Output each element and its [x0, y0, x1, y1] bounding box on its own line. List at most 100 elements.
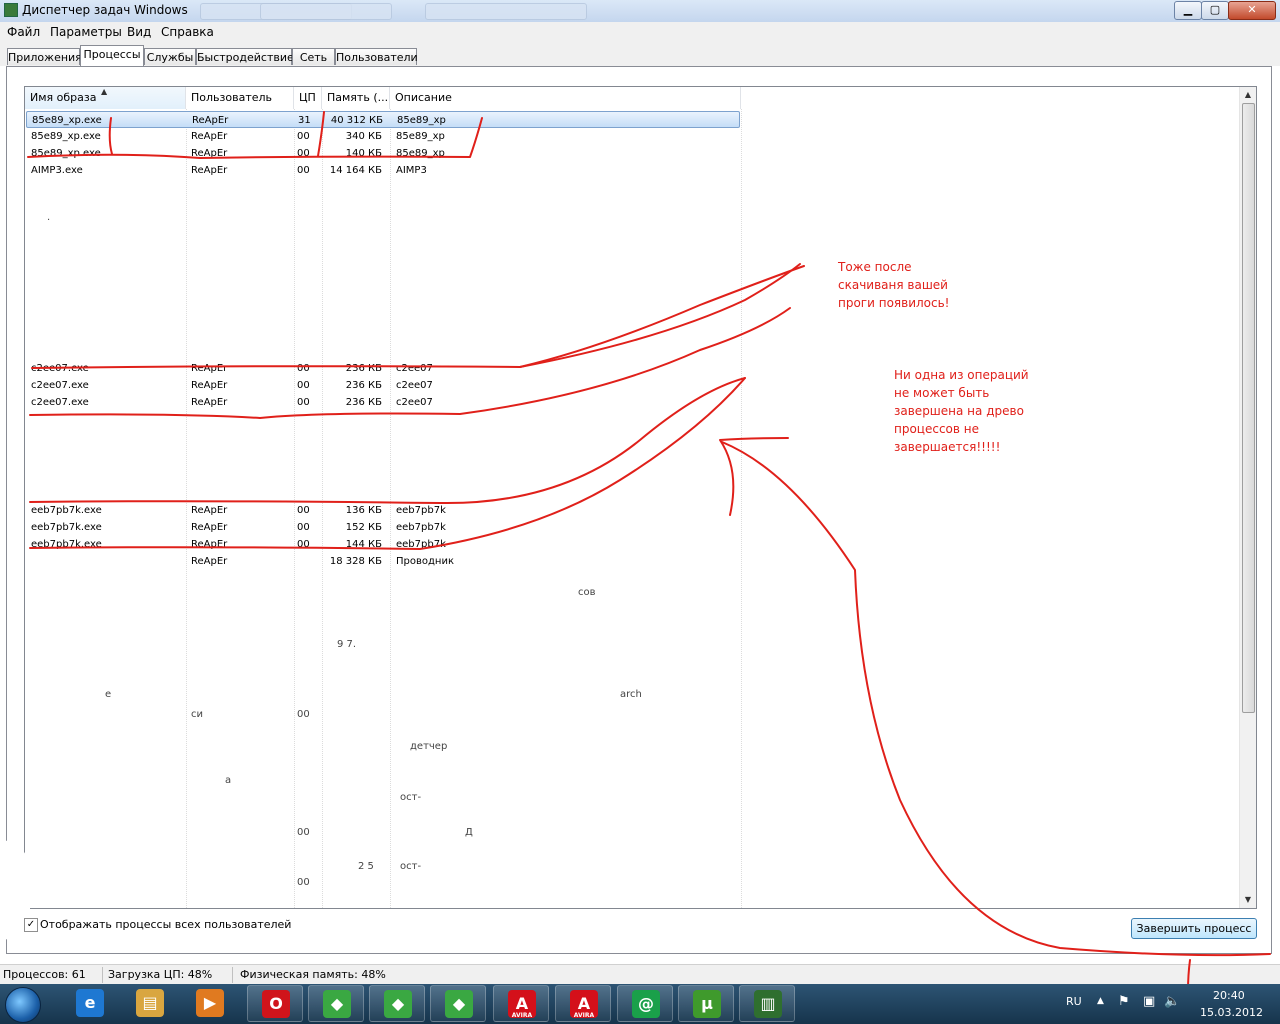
scroll-up-icon[interactable]: ▲: [1240, 87, 1256, 103]
process-memory: 144 КБ: [345, 539, 382, 550]
task-manager-icon: ▥: [754, 990, 782, 1018]
column-label: Пользователь: [191, 91, 273, 104]
process-row[interactable]: AIMP3.exe ReApEr 00 14 164 КБ AIMP3: [26, 162, 740, 179]
taskbar-button[interactable]: A AVIRA: [555, 985, 611, 1022]
vertical-scrollbar[interactable]: ▲ ▼: [1239, 87, 1256, 908]
language-indicator[interactable]: RU: [1066, 995, 1082, 1008]
window-title: Диспетчер задач Windows: [22, 3, 188, 17]
column-description[interactable]: Описание: [390, 87, 741, 109]
kaspersky-icon: ◆: [445, 990, 473, 1018]
process-description: eeb7pb7k: [396, 522, 446, 533]
erased-fragment: 00: [297, 827, 310, 838]
tab-users[interactable]: Пользователи: [335, 48, 418, 65]
opera-icon: O: [262, 990, 290, 1018]
menu-bar: Файл Параметры Вид Справка: [0, 22, 1280, 42]
volume-icon[interactable]: 🔈: [1164, 994, 1180, 1009]
process-row[interactable]: eeb7pb7k.exe ReApEr 00 144 КБ eeb7pb7k: [26, 536, 740, 553]
taskbar-button[interactable]: µ: [678, 985, 734, 1022]
process-memory: 236 КБ: [345, 380, 382, 391]
close-button[interactable]: ✕: [1228, 1, 1276, 20]
process-row[interactable]: c2ee07.exe ReApEr 00 236 КБ c2ee07: [26, 360, 740, 377]
process-row[interactable]: eeb7pb7k.exe ReApEr 00 152 КБ eeb7pb7k: [26, 519, 740, 536]
menu-view[interactable]: Вид: [127, 25, 151, 39]
process-memory: 236 КБ: [345, 363, 382, 374]
title-bar: Диспетчер задач Windows ▁ ▢ ✕: [0, 0, 1280, 23]
column-cpu[interactable]: ЦП: [294, 87, 322, 109]
task-manager-icon: [4, 3, 18, 17]
process-user: ReApEr: [191, 397, 228, 408]
kaspersky-icon: ◆: [323, 990, 351, 1018]
column-label: Память (...: [327, 91, 389, 104]
process-description: 85e89_xp: [397, 115, 446, 126]
start-button[interactable]: [5, 987, 41, 1023]
tab-applications[interactable]: Приложения: [7, 48, 82, 65]
erased-fragment: а: [225, 775, 232, 786]
mail-agent-icon: @: [632, 990, 660, 1018]
media-player-icon: ▶: [196, 989, 224, 1017]
taskbar-button[interactable]: ▤: [122, 985, 178, 1022]
process-memory: 152 КБ: [345, 522, 382, 533]
menu-options[interactable]: Параметры: [50, 25, 122, 39]
erased-fragment: 00: [297, 709, 310, 720]
tab-services[interactable]: Службы: [144, 48, 196, 65]
process-description: eeb7pb7k: [396, 539, 446, 550]
erased-fragment: ост-: [400, 861, 422, 872]
process-list[interactable]: ▲ Имя образа Пользователь ЦП Память (...…: [24, 86, 1257, 909]
show-all-users-checkbox[interactable]: ✓: [24, 918, 38, 932]
process-row[interactable]: 85e89_xp.exe ReApEr 00 140 КБ 85e89_xp: [26, 145, 740, 162]
process-name: c2ee07.exe: [31, 363, 89, 374]
taskbar-button[interactable]: ▥: [739, 985, 795, 1022]
tab-performance[interactable]: Быстродействие: [196, 48, 294, 65]
erased-fragment: си: [191, 709, 203, 720]
process-row[interactable]: c2ee07.exe ReApEr 00 236 КБ c2ee07: [26, 394, 740, 411]
taskbar-button[interactable]: ◆: [308, 985, 364, 1022]
column-user[interactable]: Пользователь: [186, 87, 294, 109]
annotation-note-2: Ни одна из операций не может быть заверш…: [894, 368, 1029, 454]
taskbar-button[interactable]: O: [247, 985, 303, 1022]
process-description: Проводник: [396, 556, 454, 567]
process-user: ReApEr: [191, 165, 228, 176]
menu-help[interactable]: Справка: [161, 25, 214, 39]
process-memory: 18 328 КБ: [329, 556, 382, 567]
process-description: c2ee07: [396, 363, 433, 374]
maximize-button[interactable]: ▢: [1201, 1, 1229, 20]
avira-label: AVIRA: [511, 1012, 533, 1019]
clock-date[interactable]: 15.03.2012: [1200, 1006, 1263, 1019]
erased-fragment: детчер: [410, 741, 448, 752]
show-hidden-icons-icon[interactable]: ▲: [1097, 996, 1104, 1006]
column-memory[interactable]: Память (...: [322, 87, 390, 109]
taskbar-button[interactable]: @: [617, 985, 673, 1022]
taskbar-button[interactable]: ▶: [182, 985, 238, 1022]
column-image-name[interactable]: ▲ Имя образа: [25, 87, 186, 109]
process-row[interactable]: c2ee07.exe ReApEr 00 236 КБ c2ee07: [26, 377, 740, 394]
process-row[interactable]: ReApEr 18 328 КБ Проводник: [26, 553, 740, 570]
process-memory: 136 КБ: [345, 505, 382, 516]
process-row[interactable]: 85e89_xp.exe ReApEr 31 40 312 КБ 85e89_xp: [26, 111, 740, 128]
status-bar: Процессов: 61 Загрузка ЦП: 48% Физическа…: [0, 964, 1280, 985]
tab-network[interactable]: Сеть: [292, 48, 335, 65]
process-row[interactable]: 85e89_xp.exe ReApEr 00 340 КБ 85e89_xp: [26, 128, 740, 145]
action-center-flag-icon[interactable]: ⚑: [1118, 994, 1130, 1009]
taskbar-button[interactable]: ◆: [369, 985, 425, 1022]
background-window-tab: [260, 3, 392, 20]
process-row[interactable]: eeb7pb7k.exe ReApEr 00 136 КБ eeb7pb7k: [26, 502, 740, 519]
network-icon[interactable]: ▣: [1143, 994, 1155, 1009]
taskbar-button[interactable]: e: [62, 985, 118, 1022]
process-name: AIMP3.exe: [31, 165, 83, 176]
taskbar-button[interactable]: ◆: [430, 985, 486, 1022]
erased-fragment: arch: [620, 689, 642, 700]
taskbar-button[interactable]: A AVIRA: [493, 985, 549, 1022]
column-separator: [741, 109, 743, 908]
minimize-button[interactable]: ▁: [1174, 1, 1202, 20]
process-user: ReApEr: [192, 115, 229, 126]
erased-fragment: 00: [297, 877, 310, 888]
menu-file[interactable]: Файл: [7, 25, 40, 39]
tab-strip: Приложения Процессы Службы Быстродействи…: [0, 42, 1280, 66]
end-process-button[interactable]: Завершить процесс: [1131, 918, 1257, 939]
scrollbar-thumb[interactable]: [1242, 103, 1255, 713]
scroll-down-icon[interactable]: ▼: [1240, 892, 1256, 908]
clock-time[interactable]: 20:40: [1213, 989, 1245, 1002]
process-name: 85e89_xp.exe: [31, 131, 101, 142]
tab-processes[interactable]: Процессы: [80, 45, 144, 66]
process-user: ReApEr: [191, 556, 228, 567]
